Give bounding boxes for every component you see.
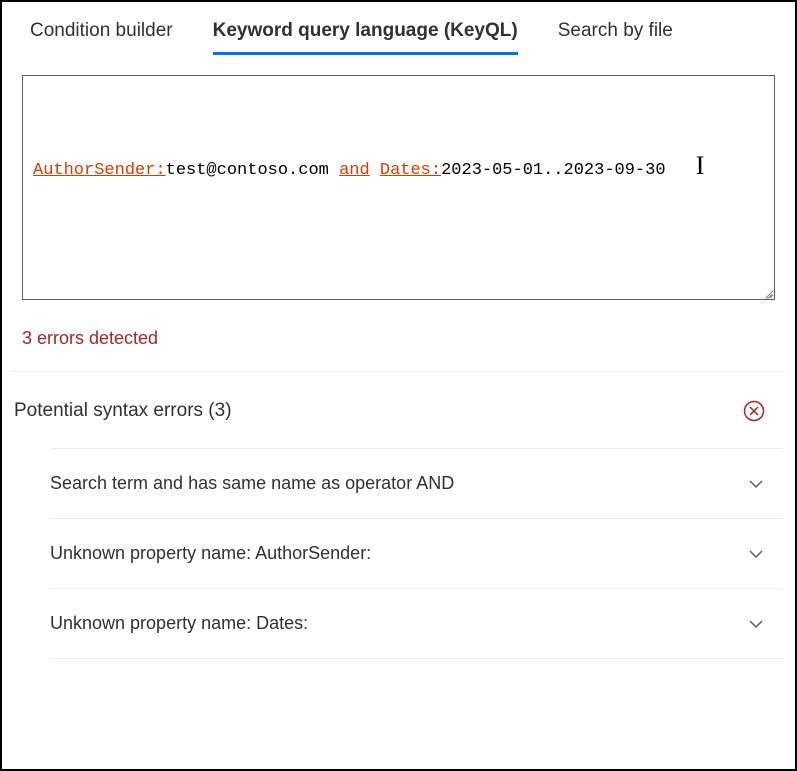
tab-keyql[interactable]: Keyword query language (KeyQL) xyxy=(213,20,518,55)
tab-search-by-file[interactable]: Search by file xyxy=(558,20,673,52)
error-summary: 3 errors detected xyxy=(2,300,795,371)
chevron-down-icon xyxy=(747,615,765,633)
syntax-errors-header: Potential syntax errors (3) xyxy=(2,372,795,448)
query-token-operator: and xyxy=(339,161,370,180)
query-token-value: test@contoso.com xyxy=(166,161,339,180)
tab-condition-builder[interactable]: Condition builder xyxy=(30,20,173,52)
resize-handle[interactable] xyxy=(761,286,773,298)
query-token-value: 2023-05-01..2023-09-30 xyxy=(441,161,665,180)
error-text: Unknown property name: Dates: xyxy=(50,613,308,634)
text-cursor-icon: I xyxy=(696,148,705,184)
error-item[interactable]: Unknown property name: AuthorSender: xyxy=(50,518,783,588)
divider xyxy=(50,658,783,659)
error-item[interactable]: Search term and has same name as operato… xyxy=(50,448,783,518)
error-item[interactable]: Unknown property name: Dates: xyxy=(50,588,783,658)
query-token-property: Dates: xyxy=(380,161,441,180)
error-list: Search term and has same name as operato… xyxy=(2,448,795,658)
query-editor[interactable]: AuthorSender:test@contoso.com and Dates:… xyxy=(22,75,775,300)
query-token-space xyxy=(370,161,380,180)
tabs: Condition builder Keyword query language… xyxy=(2,2,795,55)
error-text: Search term and has same name as operato… xyxy=(50,473,454,494)
chevron-down-icon xyxy=(747,475,765,493)
section-title: Potential syntax errors (3) xyxy=(14,400,232,422)
chevron-down-icon xyxy=(747,545,765,563)
close-icon[interactable] xyxy=(743,400,765,422)
error-text: Unknown property name: AuthorSender: xyxy=(50,543,371,564)
query-token-property: AuthorSender: xyxy=(33,161,166,180)
